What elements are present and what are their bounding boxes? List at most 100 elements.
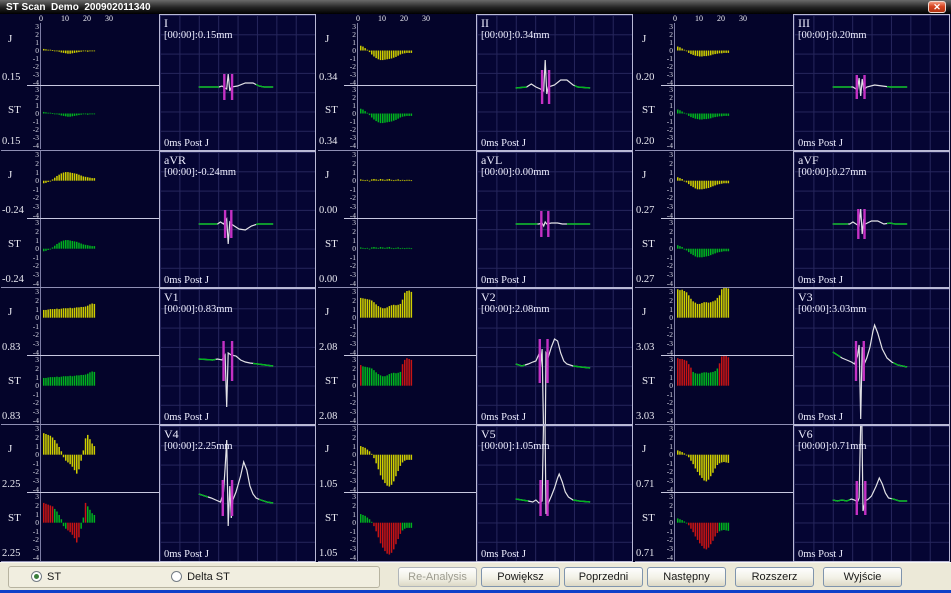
- label-half-j: J 0.15: [1, 14, 27, 87]
- label-half-j: J3.03: [635, 288, 661, 357]
- label-half-st: ST0.27: [635, 220, 661, 289]
- j-label: J: [325, 306, 329, 318]
- time-tick: 10: [378, 14, 386, 23]
- y-tick: 3: [661, 356, 673, 363]
- y-tick: 2: [344, 160, 356, 167]
- next-button[interactable]: Następny: [647, 567, 726, 587]
- time-tick: 10: [695, 14, 703, 23]
- lead-row: J-0.24ST-0.243210-1-2-3-43210-1-2-3-4aVR…: [1, 151, 950, 288]
- st-label: ST: [8, 104, 21, 116]
- lead-name: aVL: [481, 153, 502, 168]
- y-tick: 3: [661, 219, 673, 226]
- lead-group-v1: J0.83ST0.833210-1-2-3-43210-1-2-3-4V1[00…: [1, 288, 316, 425]
- y-tick: -2: [27, 63, 39, 70]
- label-half-j: J0.34: [318, 14, 344, 87]
- trend-sub-jsub: 3210-1-2-3-4: [27, 288, 159, 356]
- y-tick: 1: [344, 374, 356, 381]
- y-tick: -4: [661, 554, 673, 561]
- st-label: ST: [642, 375, 655, 387]
- y-tick: 2: [344, 228, 356, 235]
- y-tick: 2: [661, 434, 673, 441]
- ecg-panel-avr: aVR[00:00]:-0.24mm0ms Post J: [159, 151, 316, 288]
- trend-bars: [358, 23, 477, 86]
- y-tick: -2: [27, 399, 39, 406]
- y-tick: -2: [344, 126, 356, 133]
- radio-delta-st[interactable]: Delta ST: [171, 571, 230, 583]
- y-tick: 3: [344, 219, 356, 226]
- trend-labels: J0.71 ST 0.71: [635, 425, 661, 562]
- y-tick: 1: [661, 169, 673, 176]
- y-tick: -3: [344, 340, 356, 347]
- lead-footer: 0ms Post J: [164, 549, 209, 560]
- close-icon[interactable]: ✕: [928, 1, 946, 13]
- y-tick: -3: [344, 545, 356, 552]
- y-tick: 0: [27, 382, 39, 389]
- ecg-panel-iii: III[00:00]:0.20mm0ms Post J: [793, 14, 950, 151]
- y-tick: -1: [344, 323, 356, 330]
- lead-annotation: [00:00]:0.34mm: [481, 30, 550, 41]
- lead-name: V6: [798, 427, 813, 442]
- y-tick: -1: [661, 323, 673, 330]
- exit-button[interactable]: Wyjście: [823, 567, 902, 587]
- y-tick: 1: [344, 237, 356, 244]
- y-tick: -1: [344, 391, 356, 398]
- st-scan-window: ST Scan Demo 200902011340 ✕ J0.15ST0.150…: [0, 0, 951, 593]
- j-label: J: [8, 33, 12, 45]
- trend-bars: [675, 151, 794, 219]
- y-tick: 2: [27, 502, 39, 509]
- y-tick: 3: [344, 493, 356, 500]
- trend-panel: 3210-1-2-3-43210-1-2-3-4: [661, 288, 793, 425]
- previous-button[interactable]: Poprzedni: [564, 567, 643, 587]
- lead-annotation: [00:00]:0.00mm: [481, 167, 550, 178]
- re-analysis-button[interactable]: Re-Analysis: [398, 567, 477, 587]
- st-value: 1.05: [319, 548, 337, 559]
- y-tick: -1: [27, 254, 39, 261]
- y-tick: -1: [661, 118, 673, 125]
- radio-st[interactable]: ST: [31, 571, 61, 583]
- j-value: 0.71: [636, 479, 654, 490]
- st-value: 0.71: [636, 548, 654, 559]
- trend-bars: [358, 493, 477, 561]
- ecg-panel-avf: aVF[00:00]:0.27mm0ms Post J: [793, 151, 950, 288]
- st-label: ST: [642, 512, 655, 524]
- y-tick: 1: [27, 39, 39, 46]
- label-half-j: J2.25: [1, 425, 27, 494]
- y-tick: 1: [27, 306, 39, 313]
- y-tick: 2: [344, 94, 356, 101]
- trend-sub-stsub: 3210-1-2-3-4: [27, 493, 159, 561]
- radio-st-circle[interactable]: [31, 571, 42, 582]
- label-half-j: J0.71: [635, 425, 661, 494]
- y-tick: 1: [27, 374, 39, 381]
- y-tick: 3: [661, 86, 673, 93]
- radio-delta-circle[interactable]: [171, 571, 182, 582]
- label-half-st: ST 0.71: [635, 494, 661, 563]
- j-value: 2.25: [2, 479, 20, 490]
- y-tick: 1: [344, 511, 356, 518]
- expand-button[interactable]: Rozszerz: [735, 567, 814, 587]
- trend-sub-jsub: 3210-1-2-3-4: [27, 151, 159, 219]
- j-value: 0.15: [2, 72, 20, 83]
- ecg-panel-v2: V2[00:00]:2.08mm0ms Post J: [476, 288, 633, 425]
- y-tick: -2: [661, 399, 673, 406]
- y-tick: -3: [27, 408, 39, 415]
- lead-annotation: [00:00]:0.20mm: [798, 30, 867, 41]
- y-tick: -1: [344, 460, 356, 467]
- trend-sub-stsub: 3210-1-2-3-4: [661, 493, 793, 561]
- y-tick: 3: [27, 86, 39, 93]
- y-tick: -1: [27, 118, 39, 125]
- lead-annotation: [00:00]:-0.24mm: [164, 167, 236, 178]
- y-tick: 2: [661, 94, 673, 101]
- y-tick: 2: [27, 31, 39, 38]
- trend-panel: 3210-1-2-3-43210-1-2-3-4: [344, 151, 476, 288]
- st-value: 3.03: [636, 411, 654, 422]
- y-tick: -3: [661, 203, 673, 210]
- st-label: ST: [325, 512, 338, 524]
- trend-bars: [358, 151, 477, 219]
- y-tick: 1: [344, 169, 356, 176]
- j-value: 2.08: [319, 342, 337, 353]
- zoom-in-button[interactable]: Powiększ: [481, 567, 560, 587]
- lead-group-iii: J0.20ST0.2001020303210-1-2-3-43210-1-2-3…: [635, 14, 950, 151]
- j-label: J: [8, 306, 12, 318]
- time-tick: 20: [400, 14, 408, 23]
- y-tick: -1: [661, 55, 673, 62]
